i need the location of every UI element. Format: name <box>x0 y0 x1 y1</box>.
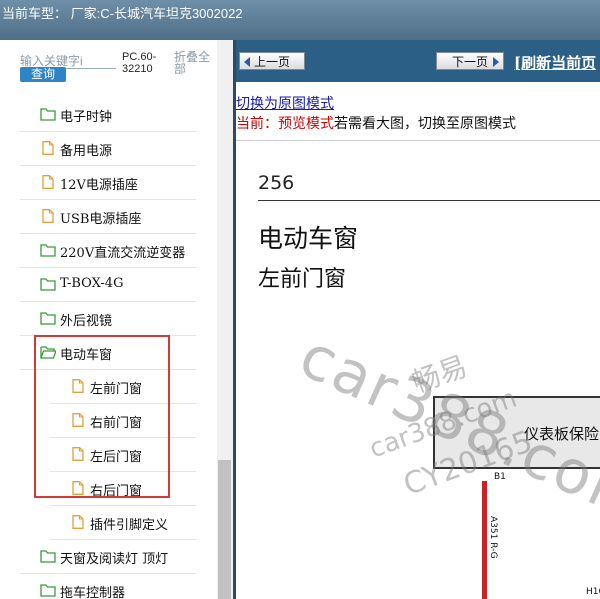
tree-item[interactable]: USB电源插座 <box>20 200 196 234</box>
scrollbar-thumb[interactable] <box>218 460 231 599</box>
arrow-right-icon <box>493 57 499 67</box>
pin-h16-label: H16 <box>586 587 600 597</box>
page-title: 电动车窗 <box>258 224 359 253</box>
tree-item-label: 220V直流交流逆变器 <box>60 246 186 261</box>
viewer-toolbar: 上一页 下一页 [刷新当前页 <box>236 40 600 82</box>
highlight-box <box>34 335 170 498</box>
page-number: 256 <box>258 172 295 194</box>
tree-item-label: T-BOX-4G <box>60 276 124 291</box>
tree-item-label: 外后视镜 <box>60 314 113 329</box>
tree-item[interactable]: 天窗及阅读灯 顶灯 <box>20 540 196 574</box>
window-title: 当前车型： 厂家:C-长城汽车坦克3002022 <box>2 6 243 21</box>
folder-icon <box>40 311 56 325</box>
collapse-all-button[interactable]: 折叠全部 <box>174 51 214 75</box>
tree-item[interactable]: 外后视镜 <box>20 302 196 336</box>
tree-item[interactable]: T-BOX-4G <box>20 268 196 302</box>
tree-item-label: 插件引脚定义 <box>90 518 169 533</box>
next-page-button[interactable]: 下一页 <box>436 52 504 70</box>
title-bar: 当前车型： 厂家:C-长城汽车坦克3002022 <box>0 0 600 40</box>
folder-icon <box>40 549 56 563</box>
prev-page-button[interactable]: 上一页 <box>239 52 305 70</box>
tree-item-label: 拖车控制器 <box>60 586 126 599</box>
next-page-label: 下一页 <box>451 55 488 69</box>
query-button[interactable]: 查询 <box>20 67 66 82</box>
file-icon <box>40 209 56 223</box>
mode-status: 当前：预览模式若需看大图，切换至原图模式 <box>236 113 516 133</box>
tree-item[interactable]: 12V电源插座 <box>20 166 196 200</box>
refresh-page-link[interactable]: [刷新当前页 <box>514 52 596 73</box>
mode-hint: 若需看大图，切换至原图模式 <box>334 116 516 132</box>
tree-item-label: USB电源插座 <box>60 212 142 227</box>
file-icon <box>40 175 56 189</box>
sidebar: 输入关键字i 查询 PC.60-32210 折叠全部 电子时钟 备用电源 12V电源… <box>0 40 233 599</box>
diagram-preview: 256 电动车窗 左前门窗 仪表板保险 B1 A351 R-G H16 car3… <box>236 140 600 599</box>
folder-icon <box>40 243 56 257</box>
tree-item[interactable]: 插件引脚定义 <box>50 506 196 540</box>
prev-page-label: 上一页 <box>253 55 290 69</box>
tree-item[interactable]: 电子时钟 <box>20 98 196 132</box>
file-icon <box>40 141 56 155</box>
wire <box>482 481 487 599</box>
pc-code: PC.60-32210 <box>122 51 157 75</box>
folder-icon <box>40 107 56 121</box>
file-icon <box>70 515 86 529</box>
tree-item[interactable]: 拖车控制器 <box>20 574 196 599</box>
mode-current: 当前：预览模式 <box>236 116 334 132</box>
tree-item-label: 12V电源插座 <box>60 178 138 193</box>
wire-label: A351 R-G <box>488 516 498 559</box>
tree-item[interactable]: 备用电源 <box>20 132 196 166</box>
arrow-left-icon <box>244 57 250 67</box>
switch-original-link[interactable]: 切换为原图模式 <box>236 93 334 113</box>
page-subtitle: 左前门窗 <box>258 267 347 292</box>
folder-icon <box>40 277 56 291</box>
viewer-panel: 上一页 下一页 [刷新当前页 切换为原图模式 当前：预览模式若需看大图，切换至原… <box>233 40 600 599</box>
tree-item-label: 备用电源 <box>60 144 113 159</box>
folder-icon <box>40 583 56 597</box>
tree-item[interactable]: 220V直流交流逆变器 <box>20 234 196 268</box>
header-rule <box>258 200 600 201</box>
tree-item-label: 天窗及阅读灯 顶灯 <box>60 552 169 567</box>
tree-item-label: 电子时钟 <box>60 110 113 125</box>
